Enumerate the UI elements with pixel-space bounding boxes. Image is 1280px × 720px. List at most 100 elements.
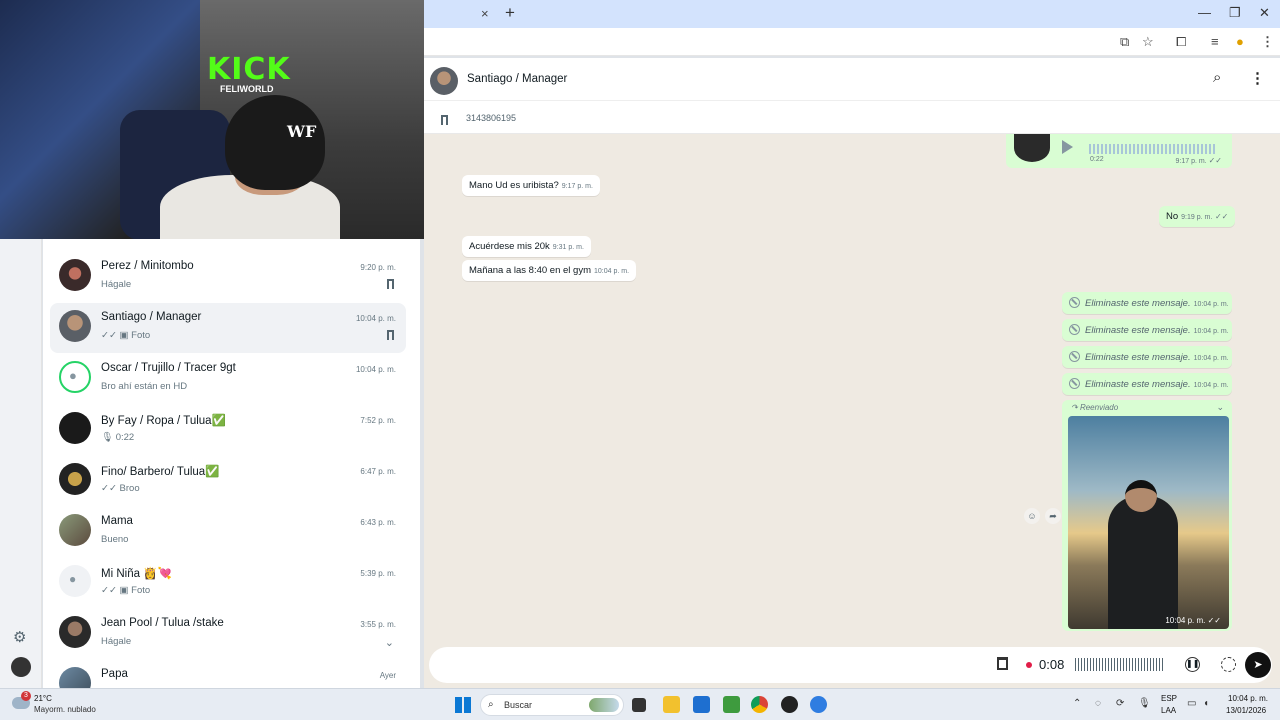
deleted-message[interactable]: Eliminaste este mensaje. 10:04 p. m. bbox=[1062, 346, 1232, 368]
profile-icon[interactable]: ● bbox=[1236, 34, 1244, 49]
chat-preview: ✓✓ Broo bbox=[101, 483, 140, 494]
chat-avatar bbox=[59, 310, 91, 342]
browser-menu-icon[interactable]: ⋮ bbox=[1261, 34, 1274, 50]
security-icon[interactable]: ◌ bbox=[1095, 698, 1101, 709]
pinned-message-bar[interactable]: 3143806195 bbox=[424, 101, 1280, 134]
chrome-icon[interactable] bbox=[751, 696, 768, 713]
windows-start-icon[interactable] bbox=[455, 697, 471, 713]
image-message[interactable]: ↷ Reenviado ⌄ 10:04 p. m. ✓✓ bbox=[1062, 400, 1232, 631]
message-in[interactable]: Mano Ud es uribista? 9:17 p. m. bbox=[462, 175, 600, 196]
close-window-icon[interactable]: ✕ bbox=[1259, 5, 1270, 21]
chat-item-oscar[interactable]: ● Oscar / Trujillo / Tracer 9gt Bro ahí … bbox=[50, 354, 406, 404]
view-once-icon[interactable] bbox=[1221, 657, 1236, 672]
minimize-icon[interactable]: — bbox=[1198, 5, 1211, 20]
chat-time: 10:04 p. m. bbox=[355, 314, 396, 323]
photo-person-head bbox=[1125, 480, 1157, 512]
new-tab-icon[interactable]: + bbox=[505, 3, 515, 23]
chevron-up-icon[interactable]: ⌃ bbox=[1073, 698, 1081, 709]
chat-time: 6:47 p. m. bbox=[360, 467, 396, 476]
chat-name: Papa bbox=[101, 668, 128, 680]
edge-icon[interactable] bbox=[810, 696, 827, 713]
contact-avatar[interactable] bbox=[430, 67, 458, 95]
chat-item-papa[interactable]: Papa Ayer bbox=[50, 660, 406, 688]
emoji-react-icon[interactable]: ☺ bbox=[1024, 508, 1040, 524]
conversation-header[interactable]: Santiago / Manager ⌕ ⋮ bbox=[424, 58, 1280, 101]
chat-item-by-fay[interactable]: By Fay / Ropa / Tulua✅ 🎙 0:22 7:52 p. m. bbox=[50, 405, 406, 455]
message-time: 10:04 p. m. bbox=[1193, 355, 1229, 362]
weather-desc[interactable]: Mayorm. nublado bbox=[34, 705, 96, 714]
chevron-down-icon[interactable]: ⌄ bbox=[385, 636, 394, 649]
pin-icon bbox=[387, 279, 394, 292]
search-icon: ⌕ bbox=[488, 699, 494, 710]
trash-icon[interactable] bbox=[997, 657, 1008, 670]
taskbar-time[interactable]: 10:04 p. m. bbox=[1228, 694, 1268, 703]
install-app-icon[interactable]: ⧉ bbox=[1120, 34, 1129, 50]
forward-icon[interactable]: ➦ bbox=[1045, 508, 1061, 524]
chat-item-mama[interactable]: Mama Bueno 6:43 p. m. bbox=[50, 507, 406, 557]
send-button[interactable]: ➤ bbox=[1245, 652, 1271, 678]
tab-close-icon[interactable]: × bbox=[481, 6, 489, 21]
keyboard-layout[interactable]: LAA bbox=[1161, 706, 1176, 715]
volume-icon[interactable]: ◖ bbox=[1203, 698, 1209, 709]
bookmark-star-icon[interactable]: ☆ bbox=[1142, 34, 1154, 50]
composer: 0:08 ❚❚ ➤ bbox=[424, 644, 1280, 688]
chat-item-fino[interactable]: Fino/ Barbero/ Tulua✅ ✓✓ Broo 6:47 p. m. bbox=[50, 456, 406, 506]
media-control-icon[interactable]: ≡ bbox=[1211, 34, 1219, 49]
kick-logo: KICK bbox=[207, 52, 291, 87]
network-icon[interactable]: ▭ bbox=[1187, 698, 1196, 709]
chat-time: Ayer bbox=[379, 671, 396, 680]
settings-gear-icon[interactable]: ⚙ bbox=[13, 628, 26, 646]
message-photo[interactable]: 10:04 p. m. ✓✓ bbox=[1068, 416, 1229, 629]
deleted-message[interactable]: Eliminaste este mensaje. 10:04 p. m. bbox=[1062, 292, 1232, 314]
chat-name: Mi Niña 👸💘 bbox=[101, 568, 172, 580]
language-indicator[interactable]: ESP bbox=[1161, 694, 1177, 703]
chat-item-perez[interactable]: Perez / Minitombo Hágale 9:20 p. m. bbox=[50, 252, 406, 302]
chat-avatar bbox=[59, 463, 91, 495]
recording-time: 0:08 bbox=[1039, 657, 1065, 672]
message-time: 10:04 p. m. bbox=[594, 268, 630, 275]
chat-item-mi-nina[interactable]: ● Mi Niña 👸💘 ✓✓ ▣ Foto 5:39 p. m. bbox=[50, 558, 406, 608]
voice-waveform[interactable] bbox=[1089, 144, 1215, 154]
message-in[interactable]: Acuérdese mis 20k 9:31 p. m. bbox=[462, 236, 591, 257]
file-explorer-icon[interactable] bbox=[663, 696, 680, 713]
message-out[interactable]: No 9:19 p. m. ✓✓ bbox=[1159, 206, 1236, 227]
contact-name[interactable]: Santiago / Manager bbox=[467, 73, 567, 85]
conversation-body: 0:22 9:17 p. m. ✓✓ Mano Ud es uribista? 9… bbox=[424, 134, 1280, 644]
message-text: Eliminaste este mensaje. bbox=[1085, 379, 1191, 390]
voice-note-avatar bbox=[1014, 134, 1050, 162]
restore-icon[interactable]: ❐ bbox=[1229, 5, 1241, 21]
deleted-message[interactable]: Eliminaste este mensaje. 10:04 p. m. bbox=[1062, 373, 1232, 395]
chat-name: Fino/ Barbero/ Tulua✅ bbox=[101, 466, 220, 478]
profile-avatar[interactable] bbox=[11, 657, 31, 677]
deleted-icon bbox=[1069, 297, 1080, 308]
pause-icon[interactable]: ❚❚ bbox=[1185, 657, 1200, 672]
chat-name: Perez / Minitombo bbox=[101, 260, 194, 272]
deleted-message[interactable]: Eliminaste este mensaje. 10:04 p. m. bbox=[1062, 319, 1232, 341]
store-icon[interactable] bbox=[693, 696, 710, 713]
person-icon: ● bbox=[69, 572, 77, 586]
chevron-down-icon[interactable]: ⌄ bbox=[1216, 402, 1224, 413]
message-text: Eliminaste este mensaje. bbox=[1085, 325, 1191, 336]
taskbar-search[interactable]: ⌕ Buscar bbox=[480, 694, 624, 716]
voice-note-bubble[interactable]: 0:22 9:17 p. m. ✓✓ bbox=[1006, 134, 1232, 168]
windows-taskbar: 3 21°C Mayorm. nublado ⌕ Buscar ⌃ ◌ ⟳ 🎙 … bbox=[0, 688, 1280, 720]
message-in[interactable]: Mañana a las 8:40 en el gym 10:04 p. m. bbox=[462, 260, 637, 281]
extensions-icon[interactable]: ⧠ bbox=[1176, 34, 1186, 50]
obs-icon[interactable] bbox=[781, 696, 798, 713]
play-icon[interactable] bbox=[1062, 140, 1073, 154]
sync-icon[interactable]: ⟳ bbox=[1116, 698, 1124, 709]
taskbar-date[interactable]: 13/01/2026 bbox=[1226, 706, 1266, 715]
more-options-icon[interactable]: ⋮ bbox=[1250, 69, 1265, 87]
chat-item-santiago[interactable]: Santiago / Manager ✓✓ ▣ Foto 10:04 p. m. bbox=[50, 303, 406, 353]
task-view-icon[interactable] bbox=[632, 698, 646, 712]
microphone-icon[interactable]: 🎙 bbox=[1138, 698, 1151, 709]
chat-item-jean-pool[interactable]: Jean Pool / Tulua /stake Hágale 3:55 p. … bbox=[50, 609, 406, 659]
minecraft-icon[interactable] bbox=[723, 696, 740, 713]
message-time: 10:04 p. m. bbox=[1193, 328, 1229, 335]
search-icon[interactable]: ⌕ bbox=[1213, 69, 1221, 86]
deleted-icon bbox=[1069, 378, 1080, 389]
voice-time: 9:17 p. m. ✓✓ bbox=[1175, 156, 1223, 165]
recording-waveform bbox=[1075, 658, 1165, 671]
weather-temp[interactable]: 21°C bbox=[34, 694, 52, 703]
message-text: Acuérdese mis 20k bbox=[469, 241, 550, 252]
